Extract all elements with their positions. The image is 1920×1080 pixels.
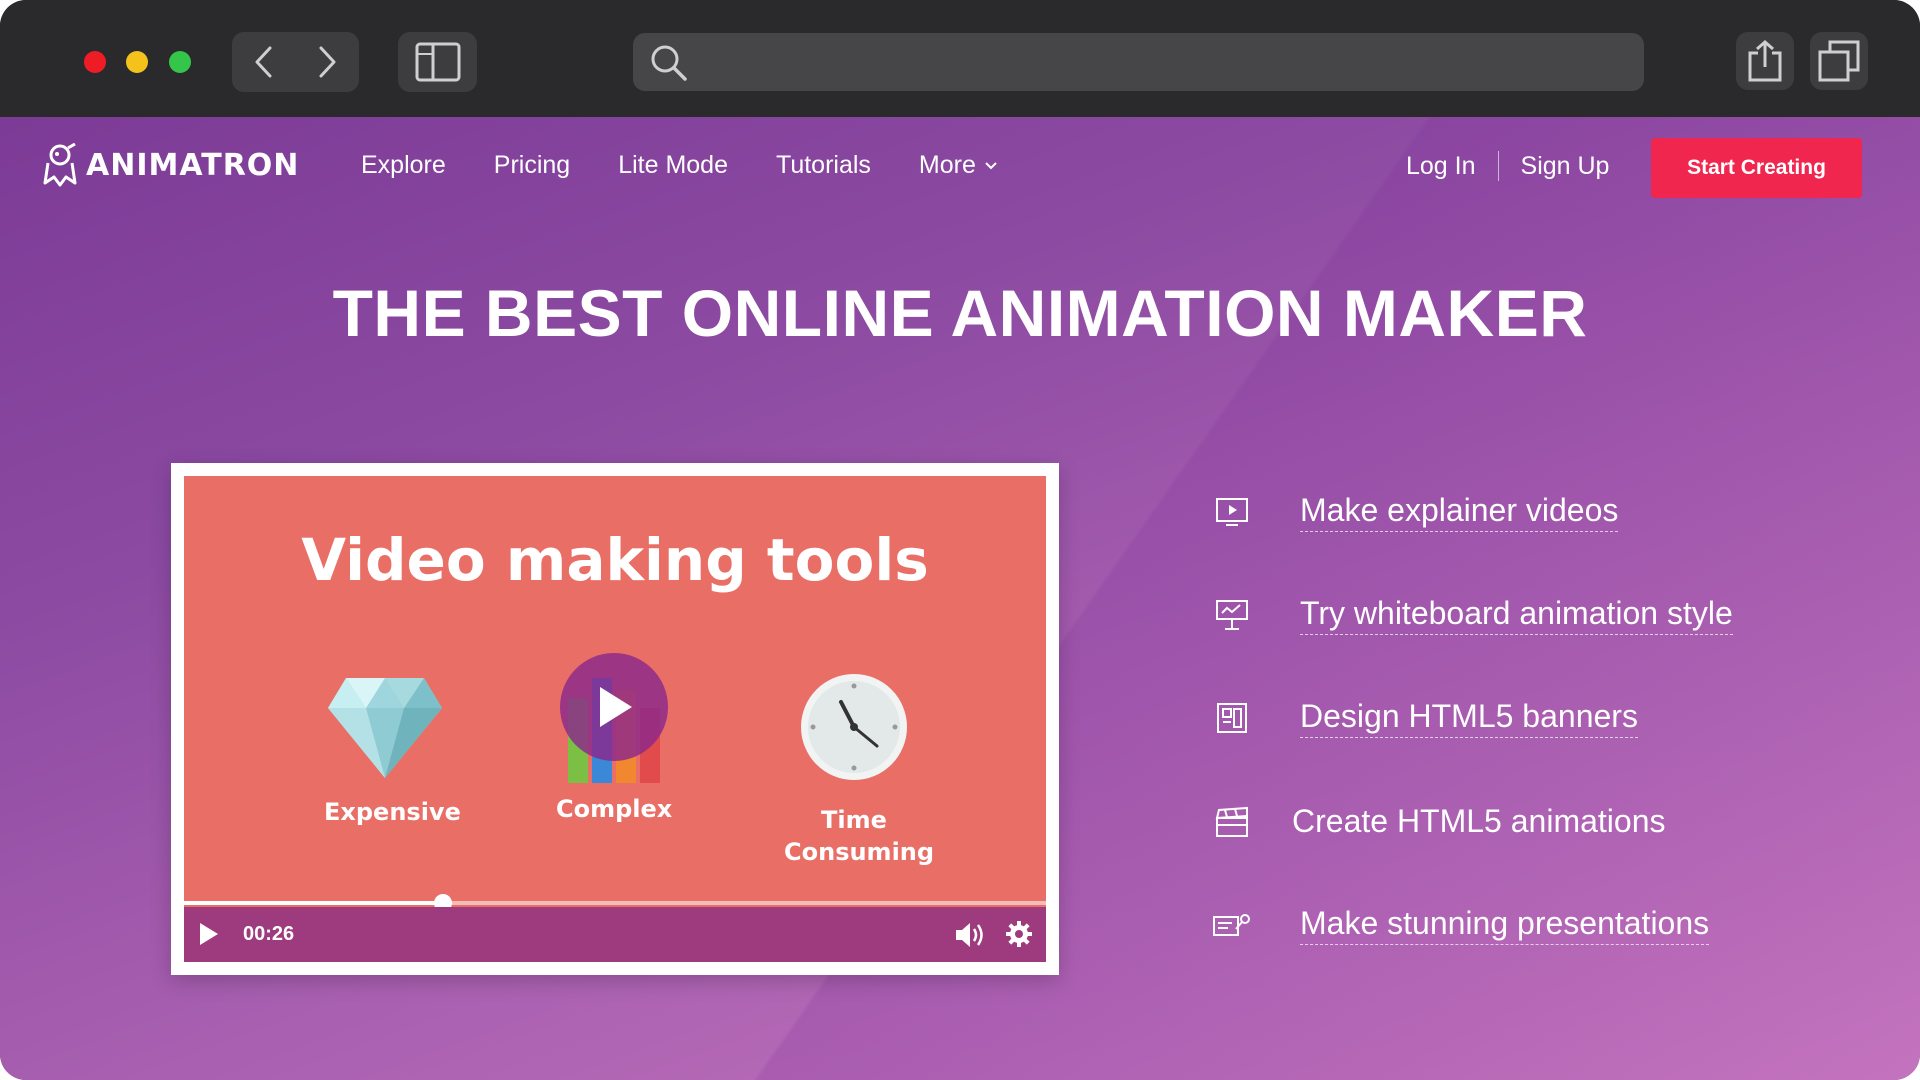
video-progress-track[interactable]	[184, 894, 1046, 912]
clock-icon	[801, 674, 907, 780]
start-creating-button[interactable]: Start Creating	[1651, 138, 1862, 198]
video-time: 00:26	[243, 923, 295, 945]
sidebar-toggle-button[interactable]	[398, 32, 477, 92]
nav-more[interactable]: More	[919, 151, 998, 180]
site-header: ANIMATRON Explore Pricing Lite Mode Tuto…	[0, 117, 1920, 217]
robot-logo-icon	[43, 143, 77, 187]
feature-html5-animations[interactable]: Create HTML5 animations	[1210, 797, 1665, 847]
video-item-expensive: Expensive	[324, 676, 461, 828]
back-icon	[255, 46, 271, 78]
nav-lite-mode[interactable]: Lite Mode	[618, 151, 728, 180]
web-page: ANIMATRON Explore Pricing Lite Mode Tuto…	[0, 117, 1920, 1080]
main-menu: Explore Pricing Lite Mode Tutorials More	[361, 151, 1046, 180]
video-item-label-line2: Consuming	[784, 838, 935, 866]
address-input[interactable]	[703, 33, 1627, 93]
feature-whiteboard-animation[interactable]: Try whiteboard animation style	[1210, 590, 1733, 640]
chevron-down-icon	[985, 161, 997, 169]
feature-label: Make stunning presentations	[1300, 905, 1710, 945]
hero-title: THE BEST ONLINE ANIMATION MAKER	[332, 276, 1588, 350]
feature-html5-banners[interactable]: Design HTML5 banners	[1210, 693, 1638, 743]
feature-label: Design HTML5 banners	[1300, 698, 1638, 738]
auth-links: Log In Sign Up	[1406, 151, 1609, 181]
play-icon	[600, 687, 632, 727]
video-item-label-line1: Time	[821, 806, 887, 834]
feature-presentations[interactable]: Make stunning presentations	[1210, 900, 1710, 950]
nav-tutorials[interactable]: Tutorials	[776, 151, 871, 180]
video-settings-button[interactable]	[1006, 921, 1032, 952]
play-icon	[200, 923, 218, 945]
history-nav	[232, 32, 359, 92]
tabs-icon	[1818, 40, 1860, 82]
zoom-window-button[interactable]	[169, 51, 191, 73]
video-player-frame: Video making tools Expensive Complex Tim…	[171, 463, 1059, 975]
nav-pricing[interactable]: Pricing	[494, 151, 570, 180]
site-logo[interactable]: ANIMATRON	[40, 143, 299, 187]
address-bar[interactable]	[633, 33, 1644, 93]
close-window-button[interactable]	[84, 51, 106, 73]
share-button[interactable]	[1736, 32, 1794, 90]
feature-label: Create HTML5 animations	[1292, 802, 1666, 839]
forward-icon	[319, 46, 335, 78]
share-icon	[1748, 40, 1782, 82]
volume-icon	[956, 923, 983, 947]
banner-icon	[1217, 703, 1247, 733]
browser-window: ANIMATRON Explore Pricing Lite Mode Tuto…	[0, 0, 1920, 1080]
signup-link[interactable]: Sign Up	[1521, 152, 1610, 181]
tab-overview-button[interactable]	[1810, 32, 1868, 90]
search-icon	[651, 45, 687, 81]
presentation-icon	[1213, 914, 1250, 936]
video-player[interactable]: Video making tools Expensive Complex Tim…	[184, 476, 1046, 962]
gear-icon	[1006, 921, 1032, 947]
video-title: Video making tools	[301, 526, 929, 594]
video-play-button[interactable]	[198, 921, 220, 952]
feature-label: Make explainer videos	[1300, 492, 1619, 532]
diamond-icon	[328, 678, 442, 778]
video-volume-button[interactable]	[954, 921, 986, 954]
feature-explainer-videos[interactable]: Make explainer videos	[1210, 487, 1619, 537]
browser-toolbar	[0, 0, 1920, 117]
login-link[interactable]: Log In	[1406, 152, 1476, 181]
video-item-time-consuming: Time Consuming	[784, 672, 935, 868]
forward-button[interactable]	[295, 32, 358, 92]
nav-explore[interactable]: Explore	[361, 151, 446, 180]
video-play-overlay-button[interactable]	[560, 653, 668, 761]
video-item-label: Complex	[556, 795, 673, 823]
minimize-window-button[interactable]	[126, 51, 148, 73]
clapperboard-icon	[1215, 806, 1248, 837]
whiteboard-icon	[1216, 600, 1248, 630]
auth-divider	[1497, 151, 1499, 181]
logo-wordmark: ANIMATRON	[86, 147, 300, 183]
sidebar-icon	[415, 42, 460, 82]
video-progress-fill	[184, 901, 443, 905]
video-controls: 00:26	[184, 907, 1046, 962]
video-icon	[1216, 498, 1248, 526]
nav-more-label: More	[918, 151, 976, 179]
feature-label: Try whiteboard animation style	[1300, 595, 1733, 635]
back-button[interactable]	[232, 32, 295, 92]
video-item-label: Expensive	[324, 798, 461, 826]
